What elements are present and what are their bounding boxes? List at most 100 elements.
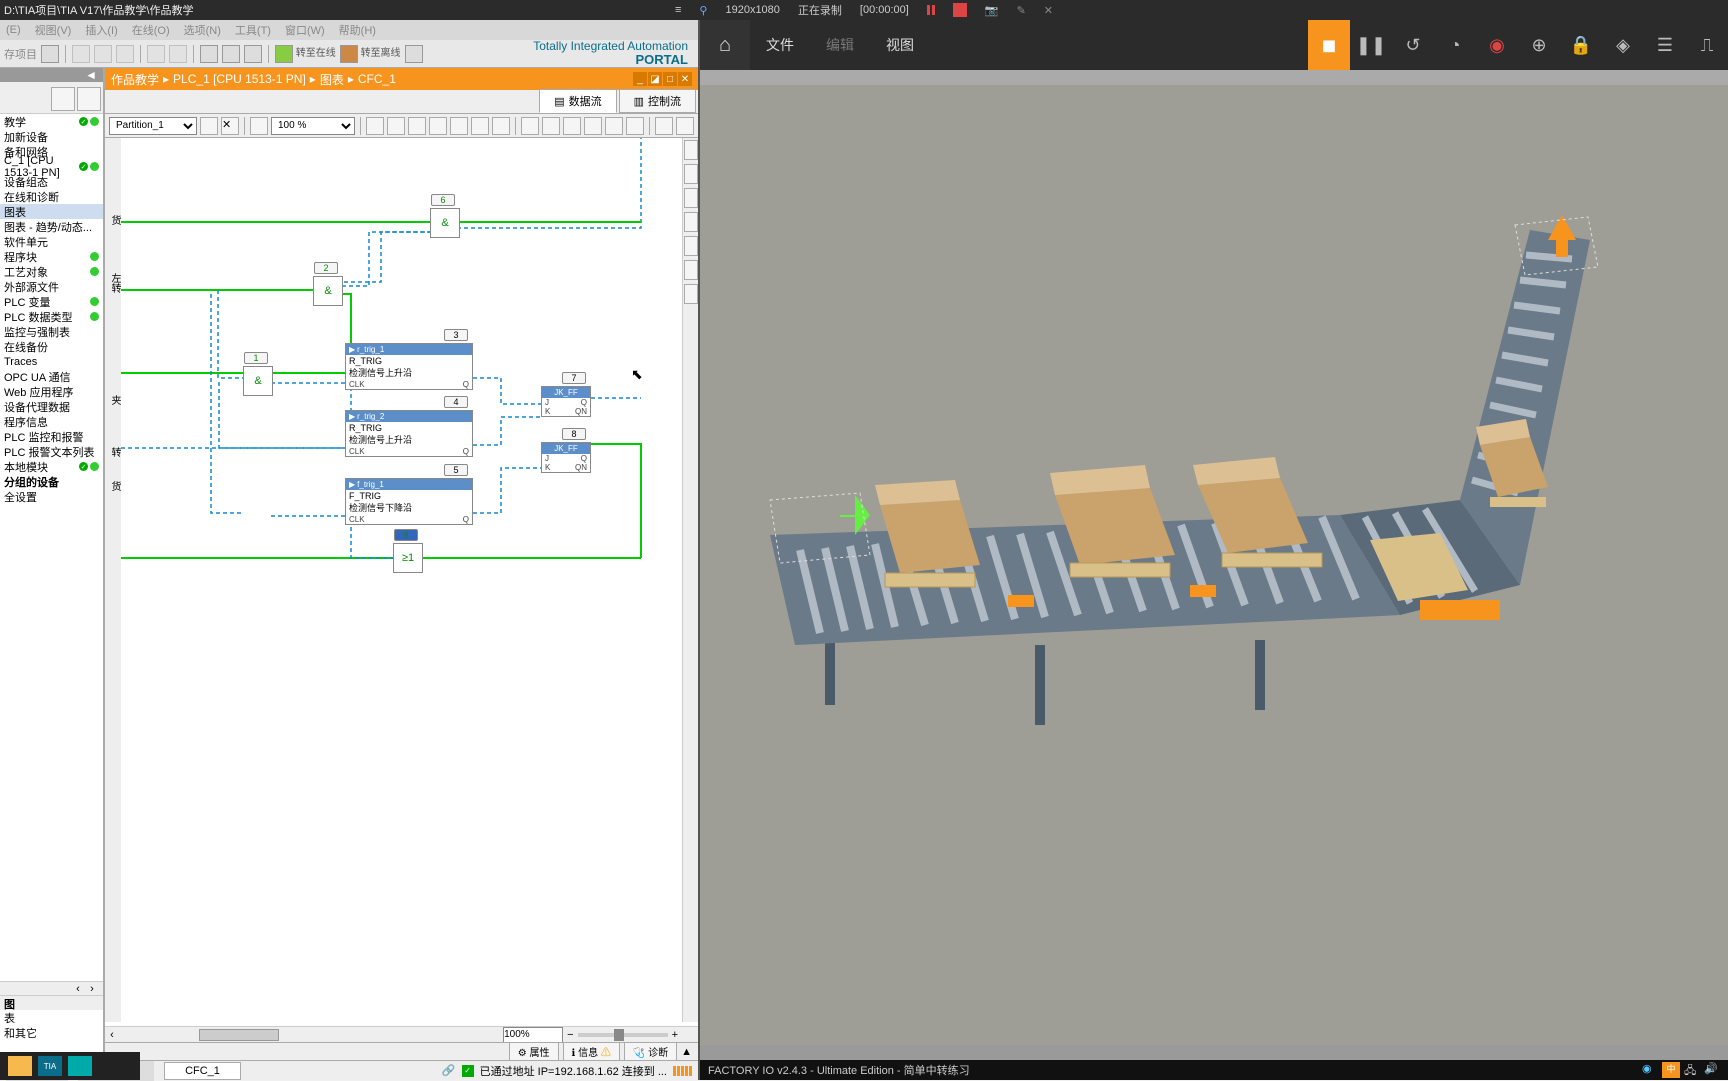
and-gate-2[interactable]: &2 [313, 276, 343, 306]
rail-icon[interactable] [684, 260, 698, 280]
tree-item[interactable]: PLC 报警文本列表 [0, 444, 103, 459]
maximize-icon[interactable]: □ [663, 72, 677, 86]
tree-item[interactable]: 外部源文件 [0, 279, 103, 294]
zoom-select[interactable]: 100 % [271, 117, 355, 135]
fio-task-icon[interactable] [68, 1056, 92, 1076]
tool-icon[interactable] [405, 45, 423, 63]
menu-edit[interactable]: (E) [6, 24, 21, 36]
go-offline-button[interactable]: 转至离线 [340, 44, 401, 62]
menu-insert[interactable]: 插入(I) [85, 22, 117, 38]
tree-item[interactable]: 全设置 [0, 489, 103, 504]
menu-online[interactable]: 在线(O) [132, 22, 170, 38]
menu-options[interactable]: 选项(N) [184, 22, 221, 38]
partition-select[interactable]: Partition_1 [109, 117, 197, 135]
partition-del-icon[interactable]: ✕ [221, 117, 239, 135]
tree-item[interactable]: 程序块 [0, 249, 103, 264]
tree-item[interactable]: 工艺对象 [0, 264, 103, 279]
breadcrumb-item[interactable]: 作品教学 [111, 71, 159, 88]
target-icon[interactable]: ◈ [1602, 20, 1644, 70]
tree-item[interactable]: 设备代理数据 [0, 399, 103, 414]
layout1-icon[interactable] [366, 117, 384, 135]
tab-info[interactable]: ℹ 信息 ⚠ [563, 1042, 620, 1061]
copy-icon[interactable] [94, 45, 112, 63]
tray-icon[interactable]: ◉ [1642, 1062, 1658, 1078]
tray-ime[interactable]: 中 [1662, 1062, 1680, 1078]
hamburger-icon[interactable]: ≡ [675, 4, 681, 16]
tree-item[interactable]: 分组的设备 [0, 474, 103, 489]
grid1-icon[interactable] [429, 117, 447, 135]
grid3-icon[interactable] [471, 117, 489, 135]
pencil-icon[interactable]: ✎ [1017, 4, 1026, 17]
record-sim-icon[interactable]: ◉ [1476, 20, 1518, 70]
close-rec-icon[interactable]: ✕ [1044, 4, 1053, 17]
lock-icon[interactable]: 🔒 [1560, 20, 1602, 70]
connect-icon[interactable] [521, 117, 539, 135]
partition-add-icon[interactable] [200, 117, 218, 135]
minimize-icon[interactable]: _ [633, 72, 647, 86]
tab-properties[interactable]: ⚙ 属性 [509, 1042, 559, 1061]
tree-item[interactable]: OPC UA 通信 [0, 369, 103, 384]
grid2-icon[interactable] [450, 117, 468, 135]
ext-icon[interactable] [655, 117, 673, 135]
chevron-up-icon[interactable]: ▲ [681, 1046, 692, 1058]
pin-icon[interactable]: ◪ [648, 72, 662, 86]
fx-icon[interactable] [542, 117, 560, 135]
paste-icon[interactable] [116, 45, 134, 63]
tree-item[interactable]: PLC 变量 [0, 294, 103, 309]
tree-item[interactable]: 软件单元 [0, 234, 103, 249]
rail-icon[interactable] [684, 164, 698, 184]
globe-icon[interactable]: ⊕ [1518, 20, 1560, 70]
tree-item[interactable]: 在线和诊断 [0, 189, 103, 204]
breadcrumb-item[interactable]: 图表 [320, 71, 344, 88]
rtrig-block-2[interactable]: 4 ▶r_trig_2 R_TRIG检测信号上升沿 CLKQ [345, 410, 473, 457]
zoom-out-icon[interactable]: − [567, 1029, 573, 1041]
tray-net-icon[interactable]: 🖧 [1684, 1062, 1700, 1078]
fio-3d-viewport[interactable] [700, 70, 1728, 1060]
jkff-block-1[interactable]: 7 JK_FF JQ KQN [541, 386, 591, 417]
breadcrumb-item[interactable]: PLC_1 [CPU 1513-1 PN] [173, 72, 306, 86]
rail-icon[interactable] [684, 236, 698, 256]
rail-icon[interactable] [684, 212, 698, 232]
tray-vol-icon[interactable]: 🔊 [1704, 1062, 1720, 1078]
timer-icon[interactable]: ◔ [1434, 20, 1476, 70]
tree-item[interactable]: 在线备份 [0, 339, 103, 354]
save-project-label[interactable]: 存项目 [4, 46, 37, 62]
tab-control-flow[interactable]: ▥控制流 [619, 89, 696, 113]
layout2-icon[interactable] [387, 117, 405, 135]
pause-sim-icon[interactable]: ❚❚ [1350, 20, 1392, 70]
save-icon[interactable] [41, 45, 59, 63]
compile-icon[interactable] [584, 117, 602, 135]
pause-icon[interactable] [927, 5, 935, 15]
status-doc-tab[interactable]: CFC_1 [164, 1062, 241, 1080]
fio-menu-edit[interactable]: 编辑 [810, 35, 870, 55]
tab-data-flow[interactable]: ▤数据流 [539, 89, 616, 113]
tree-list-icon[interactable] [77, 87, 101, 111]
and-gate-1[interactable]: &1 [243, 366, 273, 396]
fio-menu-file[interactable]: 文件 [750, 35, 810, 55]
redo-icon[interactable] [169, 45, 187, 63]
go-online-button[interactable]: 转至在线 [275, 44, 336, 62]
debug-icon[interactable] [605, 117, 623, 135]
jkff-block-2[interactable]: 8 JK_FF JQ KQN [541, 442, 591, 473]
project-tree[interactable]: 教学✓加新设备备和网络C_1 [CPU 1513-1 PN]✓设备组态在线和诊断… [0, 114, 103, 981]
more-icon[interactable] [676, 117, 694, 135]
tree-item[interactable]: 图表 - 趋势/动态... [0, 219, 103, 234]
stop-sim-button[interactable]: ◼ [1308, 20, 1350, 70]
tree-item[interactable]: 图表 [0, 204, 103, 219]
tree-view-icon[interactable] [51, 87, 75, 111]
camera-icon[interactable]: 📷 [985, 4, 999, 17]
rail-icon[interactable] [684, 140, 698, 160]
tree-item[interactable]: PLC 监控和报警 [0, 429, 103, 444]
fio-menu-view[interactable]: 视图 [870, 35, 930, 55]
or-gate-9[interactable]: ≥19 [393, 543, 423, 573]
and-gate-6[interactable]: &6 [430, 208, 460, 238]
tree-collapse-bar[interactable]: ◄ [0, 68, 103, 82]
rtrig-block-1[interactable]: 3 ▶r_trig_1 R_TRIG检测信号上升沿 CLKQ [345, 343, 473, 390]
zoom-slider[interactable] [578, 1033, 668, 1037]
download-icon[interactable] [200, 45, 218, 63]
tree-item[interactable]: PLC 数据类型 [0, 309, 103, 324]
check-icon[interactable] [563, 117, 581, 135]
home-icon[interactable]: ⌂ [700, 20, 750, 70]
stop-icon[interactable] [953, 3, 967, 17]
tree-item[interactable]: 本地模块✓ [0, 459, 103, 474]
